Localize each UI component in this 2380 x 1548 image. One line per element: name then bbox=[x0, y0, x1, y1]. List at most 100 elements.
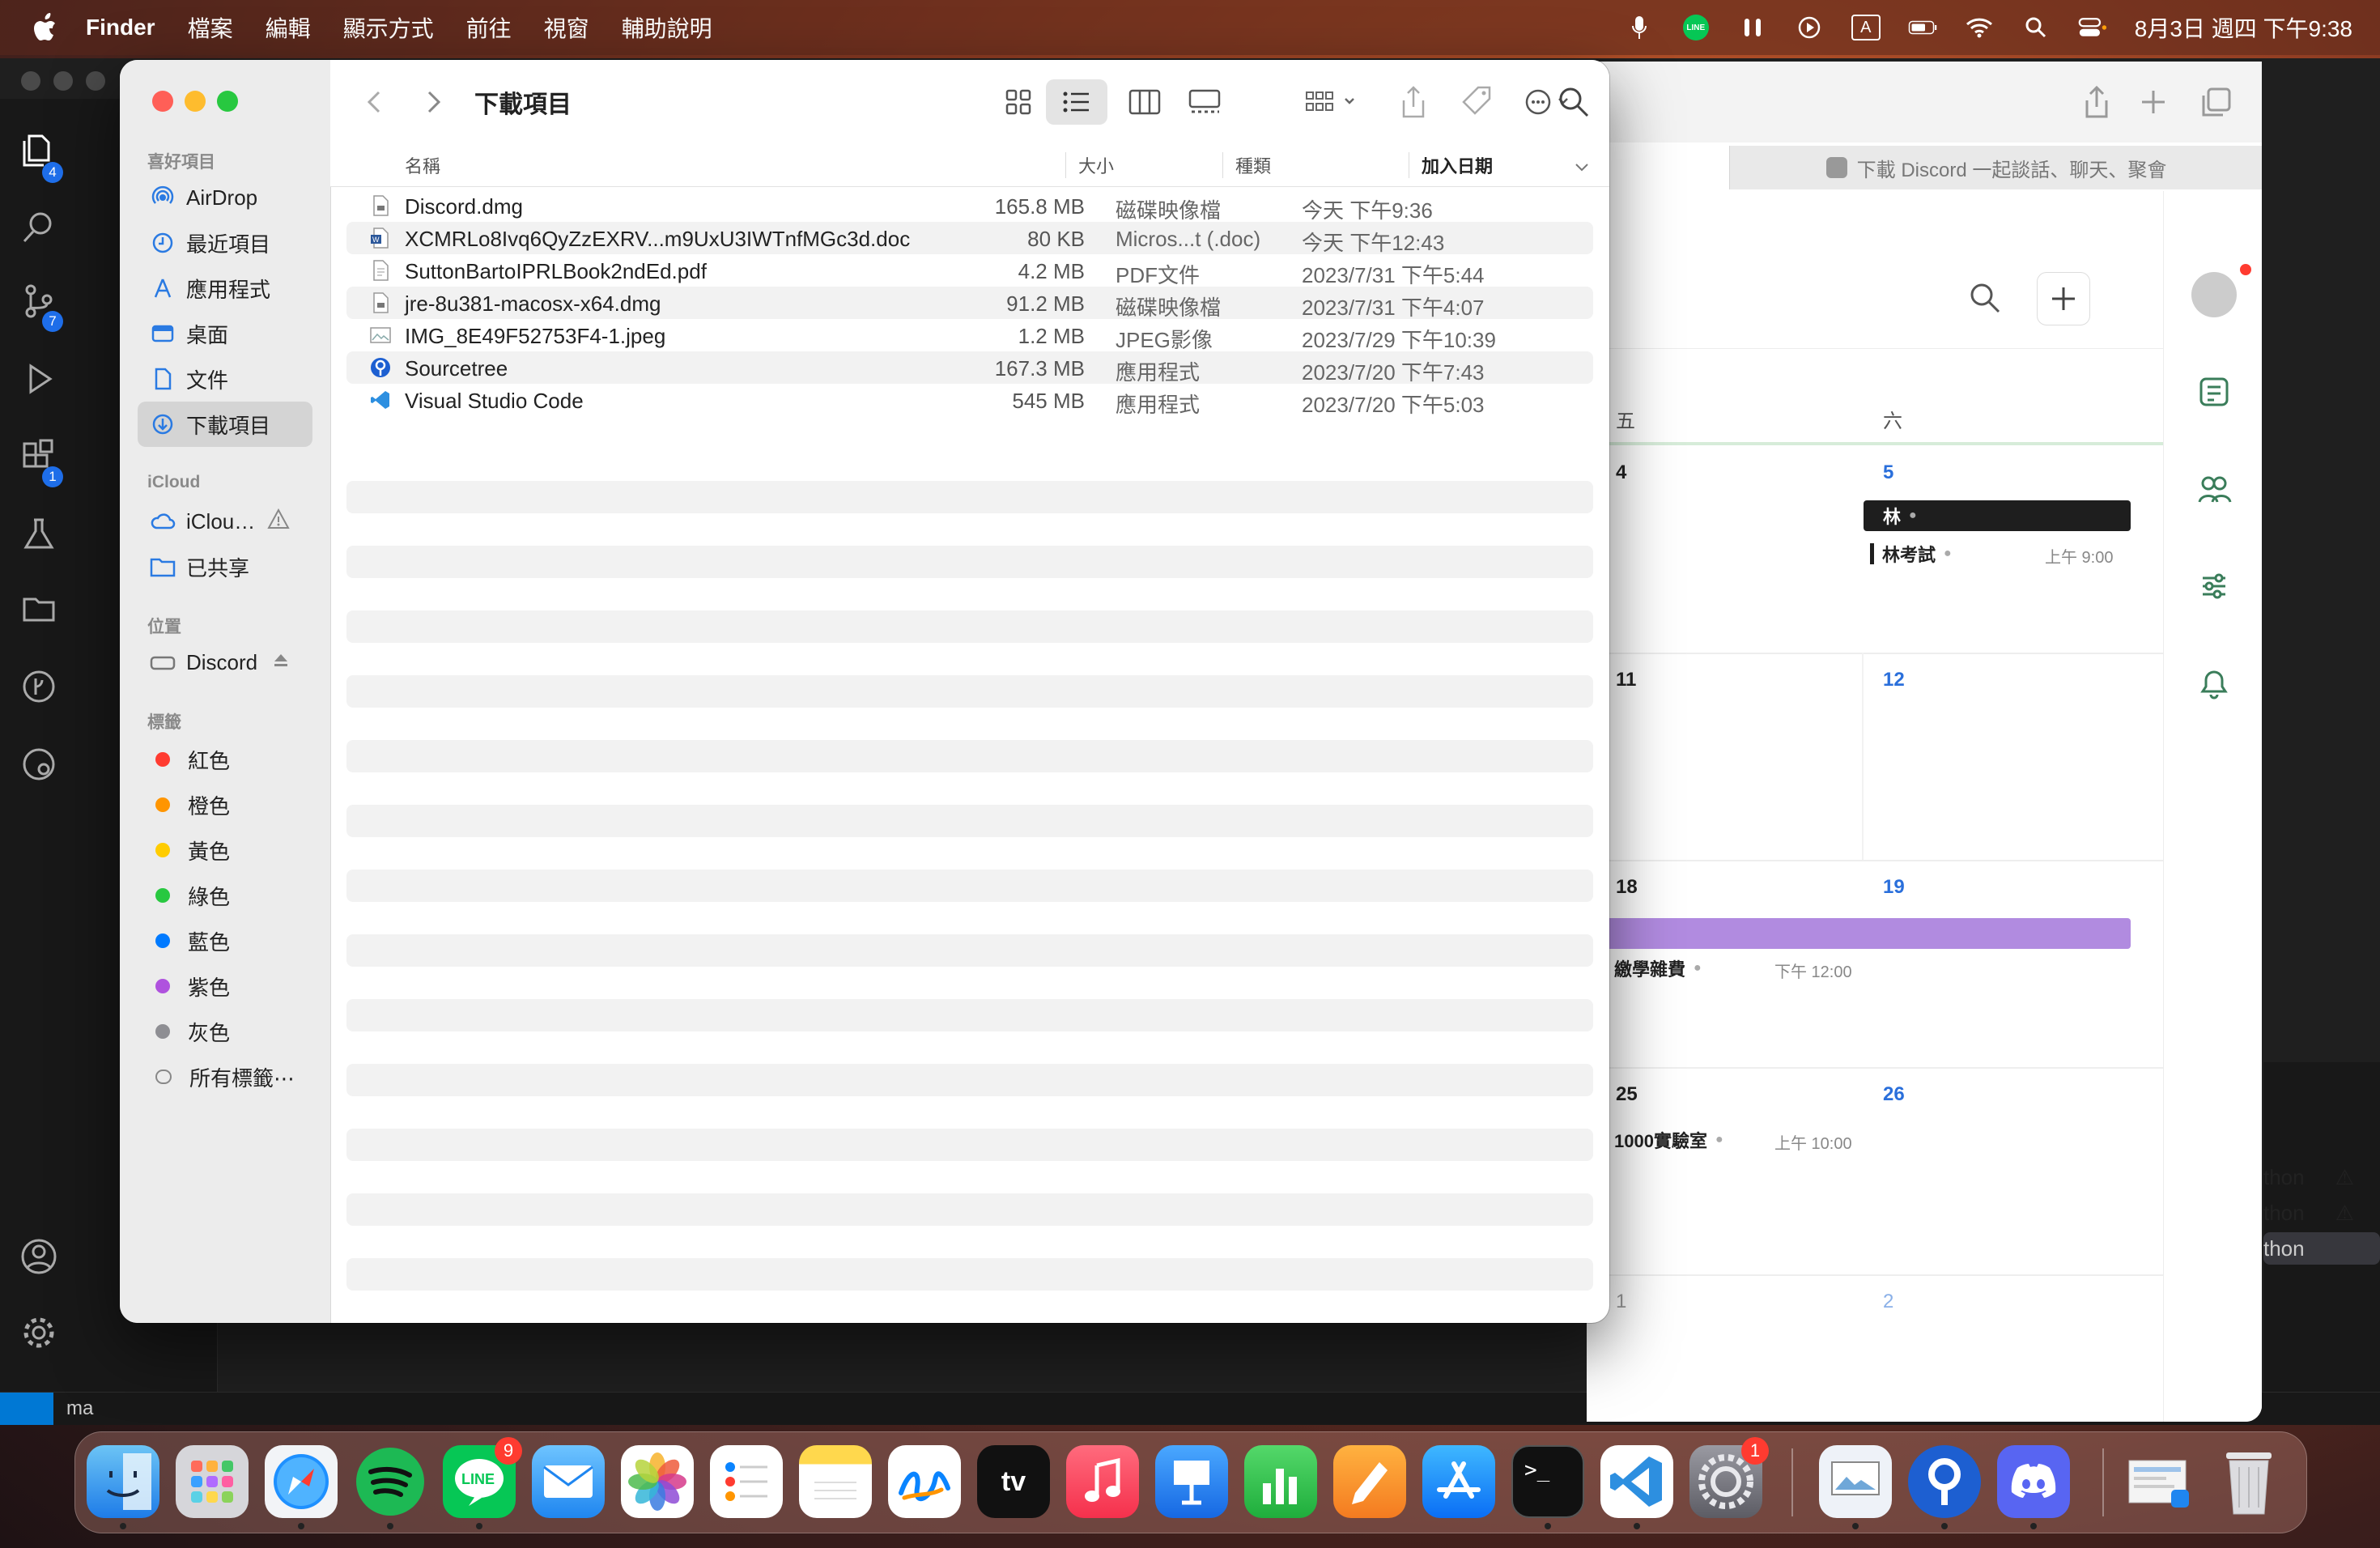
day-number[interactable]: 19 bbox=[1883, 876, 1905, 899]
dock-mail-icon[interactable] bbox=[532, 1445, 605, 1518]
eject-icon[interactable] bbox=[272, 650, 290, 675]
settings-gear-icon[interactable] bbox=[19, 1313, 58, 1352]
airpods-icon[interactable] bbox=[1738, 13, 1767, 42]
folder-icon[interactable] bbox=[19, 589, 58, 628]
dock-photos-icon[interactable] bbox=[621, 1445, 694, 1518]
dock-app-store-icon[interactable] bbox=[1422, 1445, 1495, 1518]
dock-finder-icon[interactable] bbox=[87, 1445, 159, 1518]
menu-view[interactable]: 顯示方式 bbox=[343, 11, 434, 44]
column-header-name[interactable]: 名稱 bbox=[405, 144, 440, 186]
list-view-button[interactable] bbox=[1046, 79, 1107, 125]
file-row[interactable]: Visual Studio Code 545 MB 應用程式 2023/7/20… bbox=[346, 384, 1593, 417]
dock-terminal-icon[interactable]: >_ bbox=[1511, 1445, 1584, 1518]
people-icon[interactable] bbox=[2196, 471, 2232, 507]
spotlight-icon[interactable] bbox=[2021, 13, 2051, 42]
wifi-icon[interactable] bbox=[1965, 13, 1994, 42]
control-center-icon[interactable] bbox=[2078, 13, 2107, 42]
calendar-search-icon[interactable] bbox=[1967, 280, 2003, 316]
add-event-button[interactable] bbox=[2037, 272, 2090, 325]
dock-reminders-icon[interactable] bbox=[710, 1445, 783, 1518]
calendar-event[interactable]: 繳學雜費 ● bbox=[1614, 955, 1702, 981]
share-icon[interactable] bbox=[1394, 83, 1433, 121]
sidebar-tag-orange[interactable]: 橙色 bbox=[138, 782, 312, 827]
gallery-view-icon[interactable] bbox=[1185, 83, 1224, 121]
share-icon[interactable] bbox=[2080, 84, 2113, 120]
problem-row[interactable]: thon ⚠ bbox=[2263, 1197, 2380, 1229]
search-icon[interactable] bbox=[1554, 83, 1593, 121]
tab-overview-icon[interactable] bbox=[2200, 86, 2233, 118]
sidebar-item-desktop[interactable]: 桌面 bbox=[138, 311, 312, 356]
sort-chevron-down-icon[interactable] bbox=[1572, 157, 1592, 176]
column-header-date-added[interactable]: 加入日期 bbox=[1422, 144, 1493, 186]
tag-icon[interactable] bbox=[1457, 83, 1496, 121]
column-header-kind[interactable]: 種類 bbox=[1235, 144, 1271, 186]
run-debug-icon[interactable] bbox=[19, 359, 58, 398]
column-view-icon[interactable] bbox=[1125, 83, 1164, 121]
sidebar-item-shared[interactable]: 已共享 bbox=[138, 544, 312, 589]
day-number[interactable]: 5 bbox=[1883, 461, 1893, 484]
calendar-event[interactable]: 1000實驗室 ● bbox=[1614, 1127, 1723, 1153]
sidebar-item-icloud-drive[interactable]: iClou… bbox=[138, 499, 312, 544]
dock-vscode-icon[interactable] bbox=[1600, 1445, 1673, 1518]
dock-numbers-icon[interactable] bbox=[1244, 1445, 1317, 1518]
sidebar-item-documents[interactable]: 文件 bbox=[138, 356, 312, 402]
calendar-event-bar[interactable] bbox=[1587, 918, 2131, 949]
sidebar-all-tags[interactable]: 所有標籤⋯ bbox=[138, 1054, 312, 1099]
notes-icon[interactable] bbox=[2196, 374, 2232, 410]
sidebar-tag-purple[interactable]: 紫色 bbox=[138, 963, 312, 1009]
menu-window[interactable]: 視窗 bbox=[544, 11, 589, 44]
avatar[interactable] bbox=[2191, 272, 2237, 317]
column-header-size[interactable]: 大小 bbox=[1078, 144, 1114, 186]
dock-spotify-icon[interactable] bbox=[354, 1445, 427, 1518]
sidebar-item-discord-volume[interactable]: Discord bbox=[138, 640, 312, 685]
day-number[interactable]: 12 bbox=[1883, 669, 1905, 691]
day-number[interactable]: 11 bbox=[1616, 669, 1636, 691]
day-number[interactable]: 25 bbox=[1616, 1083, 1638, 1106]
zoom-button[interactable] bbox=[217, 91, 238, 112]
problem-row[interactable]: thon bbox=[2263, 1232, 2380, 1265]
menu-file[interactable]: 檔案 bbox=[188, 11, 233, 44]
day-number[interactable]: 4 bbox=[1616, 461, 1626, 484]
file-row[interactable]: IMG_8E49F52753F4-1.jpeg 1.2 MB JPEG影像 20… bbox=[346, 319, 1593, 352]
dock-keynote-icon[interactable] bbox=[1155, 1445, 1228, 1518]
dock-preview-icon[interactable] bbox=[1819, 1445, 1892, 1518]
dock-downloads-stack-icon[interactable] bbox=[2123, 1445, 2196, 1518]
menu-help[interactable]: 輔助說明 bbox=[622, 11, 712, 44]
sidebar-item-airdrop[interactable]: AirDrop bbox=[138, 175, 312, 220]
sidebar-item-applications[interactable]: 應用程式 bbox=[138, 266, 312, 311]
branch-name[interactable]: ma bbox=[66, 1397, 93, 1420]
dock-notes-icon[interactable] bbox=[799, 1445, 872, 1518]
line-status-icon[interactable]: LINE bbox=[1681, 13, 1711, 42]
menu-app-finder[interactable]: Finder bbox=[86, 15, 155, 40]
sidebar-item-recents[interactable]: 最近項目 bbox=[138, 220, 312, 266]
group-by-icon[interactable] bbox=[1302, 83, 1366, 121]
dock-line-icon[interactable]: LINE 9 bbox=[443, 1437, 522, 1518]
git-history-icon[interactable] bbox=[19, 745, 58, 784]
filters-icon[interactable] bbox=[2196, 568, 2232, 604]
dock-system-settings-icon[interactable]: 1 bbox=[1689, 1437, 1769, 1518]
menu-edit[interactable]: 編輯 bbox=[266, 11, 311, 44]
bell-icon[interactable] bbox=[2196, 666, 2232, 701]
git-graph-icon[interactable] bbox=[19, 667, 58, 706]
menu-bar-clock[interactable]: 8月3日 週四 下午9:38 bbox=[2135, 11, 2352, 44]
day-number[interactable]: 1 bbox=[1616, 1291, 1626, 1313]
browser-tab[interactable]: 下載 Discord 一起談話、聊天、聚會 bbox=[1729, 146, 2262, 189]
dock-pages-icon[interactable] bbox=[1333, 1445, 1406, 1518]
day-number[interactable]: 2 bbox=[1883, 1291, 1893, 1313]
dock-freeform-icon[interactable] bbox=[888, 1445, 961, 1518]
sidebar-tag-blue[interactable]: 藍色 bbox=[138, 918, 312, 963]
sidebar-item-downloads[interactable]: 下載項目 bbox=[138, 402, 312, 447]
dock-trash-icon[interactable] bbox=[2212, 1445, 2285, 1518]
file-row[interactable]: Sourcetree 167.3 MB 應用程式 2023/7/20 下午7:4… bbox=[346, 351, 1593, 385]
now-playing-icon[interactable] bbox=[1795, 13, 1824, 42]
forward-chevron-icon[interactable] bbox=[413, 83, 452, 121]
file-row[interactable]: W XCMRLo8Ivq6QyZzEXRV...m9UxU3IWTnfMGc3d… bbox=[346, 222, 1593, 255]
testing-icon[interactable] bbox=[19, 515, 58, 554]
calendar-event[interactable]: 林考試 ● bbox=[1870, 541, 1952, 567]
microphone-icon[interactable] bbox=[1625, 13, 1654, 42]
sidebar-tag-green[interactable]: 綠色 bbox=[138, 873, 312, 918]
day-number[interactable]: 26 bbox=[1883, 1083, 1905, 1106]
dock-sourcetree-icon[interactable] bbox=[1908, 1445, 1981, 1518]
input-source-icon[interactable]: A bbox=[1851, 13, 1881, 42]
remote-indicator[interactable] bbox=[0, 1393, 53, 1425]
